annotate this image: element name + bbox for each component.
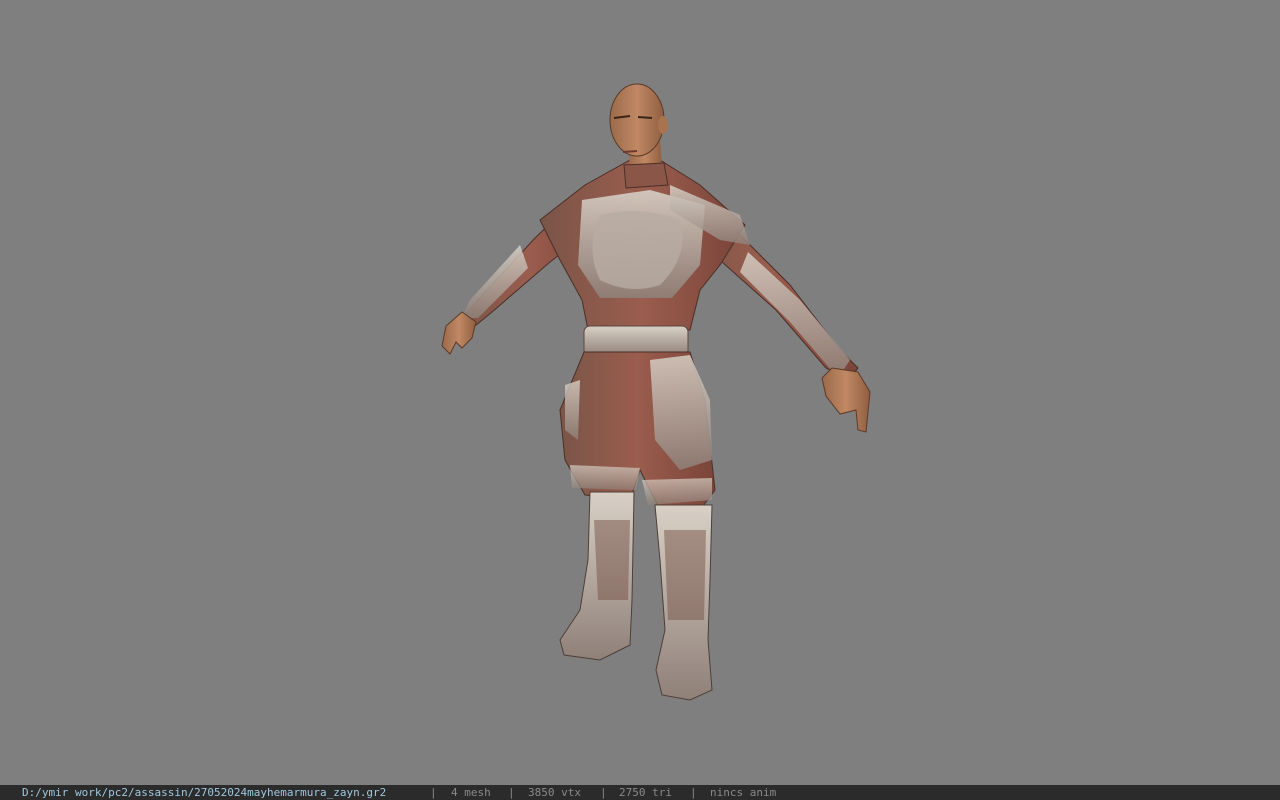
triangle-count: 2750 tri	[619, 786, 672, 799]
3d-viewport[interactable]	[0, 0, 1280, 785]
separator: |	[430, 786, 437, 799]
legs	[559, 351, 716, 511]
separator: |	[690, 786, 697, 799]
boots	[559, 491, 713, 701]
character-model[interactable]	[0, 0, 1280, 785]
animation-status: nincs anim	[710, 786, 777, 799]
model-file-path: D:/ymir work/pc2/assassin/27052024mayhem…	[22, 786, 387, 799]
status-bar: D:/ymir work/pc2/assassin/27052024mayhem…	[0, 785, 1280, 800]
separator: |	[508, 786, 515, 799]
mesh-count: 4 mesh	[451, 786, 491, 799]
vertex-count: 3850 vtx	[528, 786, 581, 799]
separator: |	[600, 786, 607, 799]
